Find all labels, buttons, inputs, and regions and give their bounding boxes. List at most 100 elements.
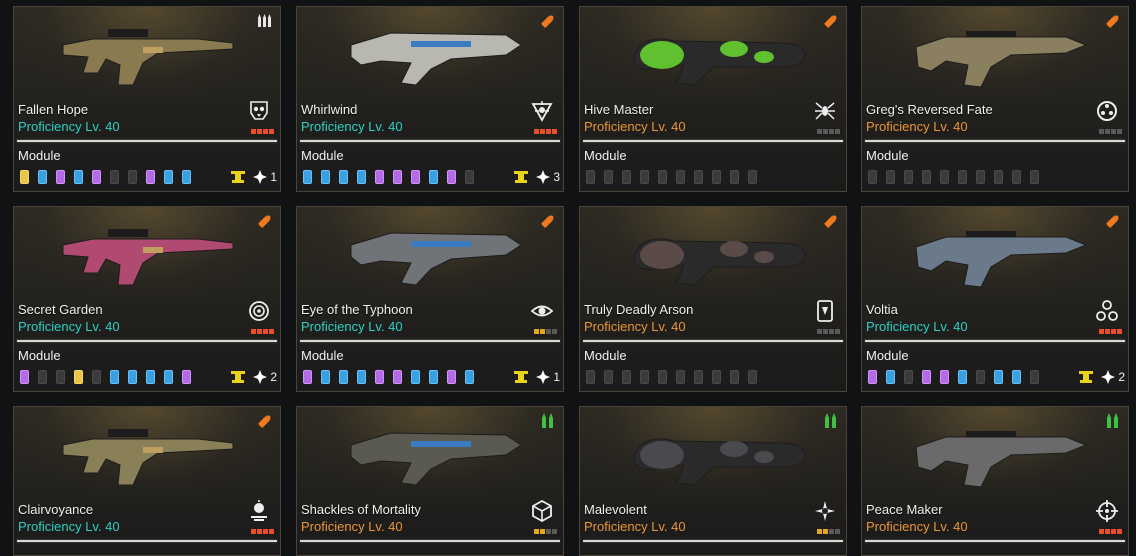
module-slot-empty[interactable] (110, 170, 119, 184)
module-slot-purple[interactable] (182, 370, 191, 384)
module-slot-purple[interactable] (868, 370, 877, 384)
module-slot-blue[interactable] (110, 370, 119, 384)
module-slot-blue[interactable] (465, 370, 474, 384)
module-slot-purple[interactable] (940, 370, 949, 384)
module-slot-blue[interactable] (429, 170, 438, 184)
module-slot-blue[interactable] (321, 170, 330, 184)
weapon-card-eye-of-the-typhoon[interactable]: Eye of the Typhoon Proficiency Lv. 40 Modu… (296, 206, 564, 392)
module-slot-empty[interactable] (622, 170, 631, 184)
module-slot-empty[interactable] (694, 370, 703, 384)
module-slot-empty[interactable] (658, 170, 667, 184)
module-slot-empty[interactable] (940, 170, 949, 184)
weapon-card-gregs-reversed-fate[interactable]: Greg's Reversed Fate Proficiency Lv. 40 Mo… (861, 6, 1129, 192)
module-slot-blue[interactable] (357, 370, 366, 384)
module-slot-empty[interactable] (676, 170, 685, 184)
module-slot-blue[interactable] (357, 170, 366, 184)
module-slot-empty[interactable] (586, 370, 595, 384)
module-slot-blue[interactable] (164, 370, 173, 384)
module-slot-purple[interactable] (393, 170, 402, 184)
module-slot-blue[interactable] (128, 370, 137, 384)
module-slot-empty[interactable] (1030, 370, 1039, 384)
module-slot-purple[interactable] (922, 370, 931, 384)
weapon-card-hive-master[interactable]: Hive Master Proficiency Lv. 40 Module (579, 6, 847, 192)
module-slot-blue[interactable] (411, 370, 420, 384)
weapon-card-malevolent[interactable]: Malevolent Proficiency Lv. 40 (579, 406, 847, 556)
module-slot-empty[interactable] (1030, 170, 1039, 184)
module-slot-empty[interactable] (640, 370, 649, 384)
module-slot-blue[interactable] (886, 370, 895, 384)
module-slot-empty[interactable] (38, 370, 47, 384)
module-slot-blue[interactable] (994, 370, 1003, 384)
module-slot-blue[interactable] (321, 370, 330, 384)
module-slot-empty[interactable] (904, 170, 913, 184)
module-slot-empty[interactable] (640, 170, 649, 184)
weapon-card-shackles-of-mortality[interactable]: Shackles of Mortality Proficiency Lv. 40 (296, 406, 564, 556)
module-slot-empty[interactable] (586, 170, 595, 184)
module-slot-blue[interactable] (958, 370, 967, 384)
spiral-emblem-icon (813, 499, 837, 523)
module-slot-empty[interactable] (730, 370, 739, 384)
module-slot-blue[interactable] (339, 370, 348, 384)
module-slot-blue[interactable] (164, 170, 173, 184)
module-slot-empty[interactable] (604, 370, 613, 384)
module-slot-empty[interactable] (748, 370, 757, 384)
module-slot-empty[interactable] (676, 370, 685, 384)
module-slot-purple[interactable] (411, 170, 420, 184)
module-slot-purple[interactable] (56, 170, 65, 184)
module-slot-empty[interactable] (622, 370, 631, 384)
weapon-card-whirlwind[interactable]: Whirlwind Proficiency Lv. 40 Module 3 (296, 6, 564, 192)
module-slot-empty[interactable] (1012, 170, 1021, 184)
weapon-card-truly-deadly-arson[interactable]: Truly Deadly Arson Proficiency Lv. 40 Modu… (579, 206, 847, 392)
module-slot-blue[interactable] (429, 370, 438, 384)
module-slot-purple[interactable] (375, 370, 384, 384)
module-slot-blue[interactable] (38, 170, 47, 184)
module-slot-empty[interactable] (904, 370, 913, 384)
weapon-card-peace-maker[interactable]: Peace Maker Proficiency Lv. 40 (861, 406, 1129, 556)
module-slot-purple[interactable] (447, 170, 456, 184)
module-slot-empty[interactable] (886, 170, 895, 184)
module-slot-blue[interactable] (339, 170, 348, 184)
weapon-card-clairvoyance[interactable]: Clairvoyance Proficiency Lv. 40 (13, 406, 281, 556)
module-slot-blue[interactable] (1012, 370, 1021, 384)
module-slot-purple[interactable] (20, 370, 29, 384)
module-slot-empty[interactable] (128, 170, 137, 184)
module-slot-empty[interactable] (958, 170, 967, 184)
module-slot-empty[interactable] (994, 170, 1003, 184)
rarity-star (546, 329, 551, 334)
triad-emblem-icon (1095, 299, 1119, 323)
module-slot-empty[interactable] (92, 370, 101, 384)
module-slot-purple[interactable] (393, 370, 402, 384)
module-slots (868, 170, 1048, 184)
module-slot-empty[interactable] (658, 370, 667, 384)
module-slot-empty[interactable] (604, 170, 613, 184)
module-slot-empty[interactable] (976, 170, 985, 184)
module-slot-empty[interactable] (730, 170, 739, 184)
module-slot-purple[interactable] (92, 170, 101, 184)
module-slot-empty[interactable] (712, 170, 721, 184)
proficiency-level: Proficiency Lv. 40 (301, 519, 403, 534)
module-slot-purple[interactable] (303, 370, 312, 384)
weapon-card-fallen-hope[interactable]: Fallen Hope Proficiency Lv. 40 Module 1 (13, 6, 281, 192)
module-slot-empty[interactable] (694, 170, 703, 184)
module-slot-purple[interactable] (447, 370, 456, 384)
module-slot-empty[interactable] (868, 170, 877, 184)
module-slot-empty[interactable] (56, 370, 65, 384)
module-slot-empty[interactable] (712, 370, 721, 384)
weapon-card-voltia[interactable]: Voltia Proficiency Lv. 40 Module 2 (861, 206, 1129, 392)
rarity-stars (1099, 529, 1122, 534)
module-slot-yellow[interactable] (74, 370, 83, 384)
module-slot-blue[interactable] (182, 170, 191, 184)
module-slot-purple[interactable] (375, 170, 384, 184)
module-slot-purple[interactable] (146, 170, 155, 184)
proficiency-level: Proficiency Lv. 40 (584, 319, 686, 334)
module-slot-empty[interactable] (922, 170, 931, 184)
module-slot-empty[interactable] (976, 370, 985, 384)
module-slot-blue[interactable] (303, 170, 312, 184)
module-slot-empty[interactable] (748, 170, 757, 184)
module-slot-yellow[interactable] (20, 170, 29, 184)
module-slot-empty[interactable] (465, 170, 474, 184)
module-slot-blue[interactable] (74, 170, 83, 184)
weapon-card-secret-garden[interactable]: Secret Garden Proficiency Lv. 40 Module 2 (13, 206, 281, 392)
rarity-stars (534, 129, 557, 134)
module-slot-blue[interactable] (146, 370, 155, 384)
